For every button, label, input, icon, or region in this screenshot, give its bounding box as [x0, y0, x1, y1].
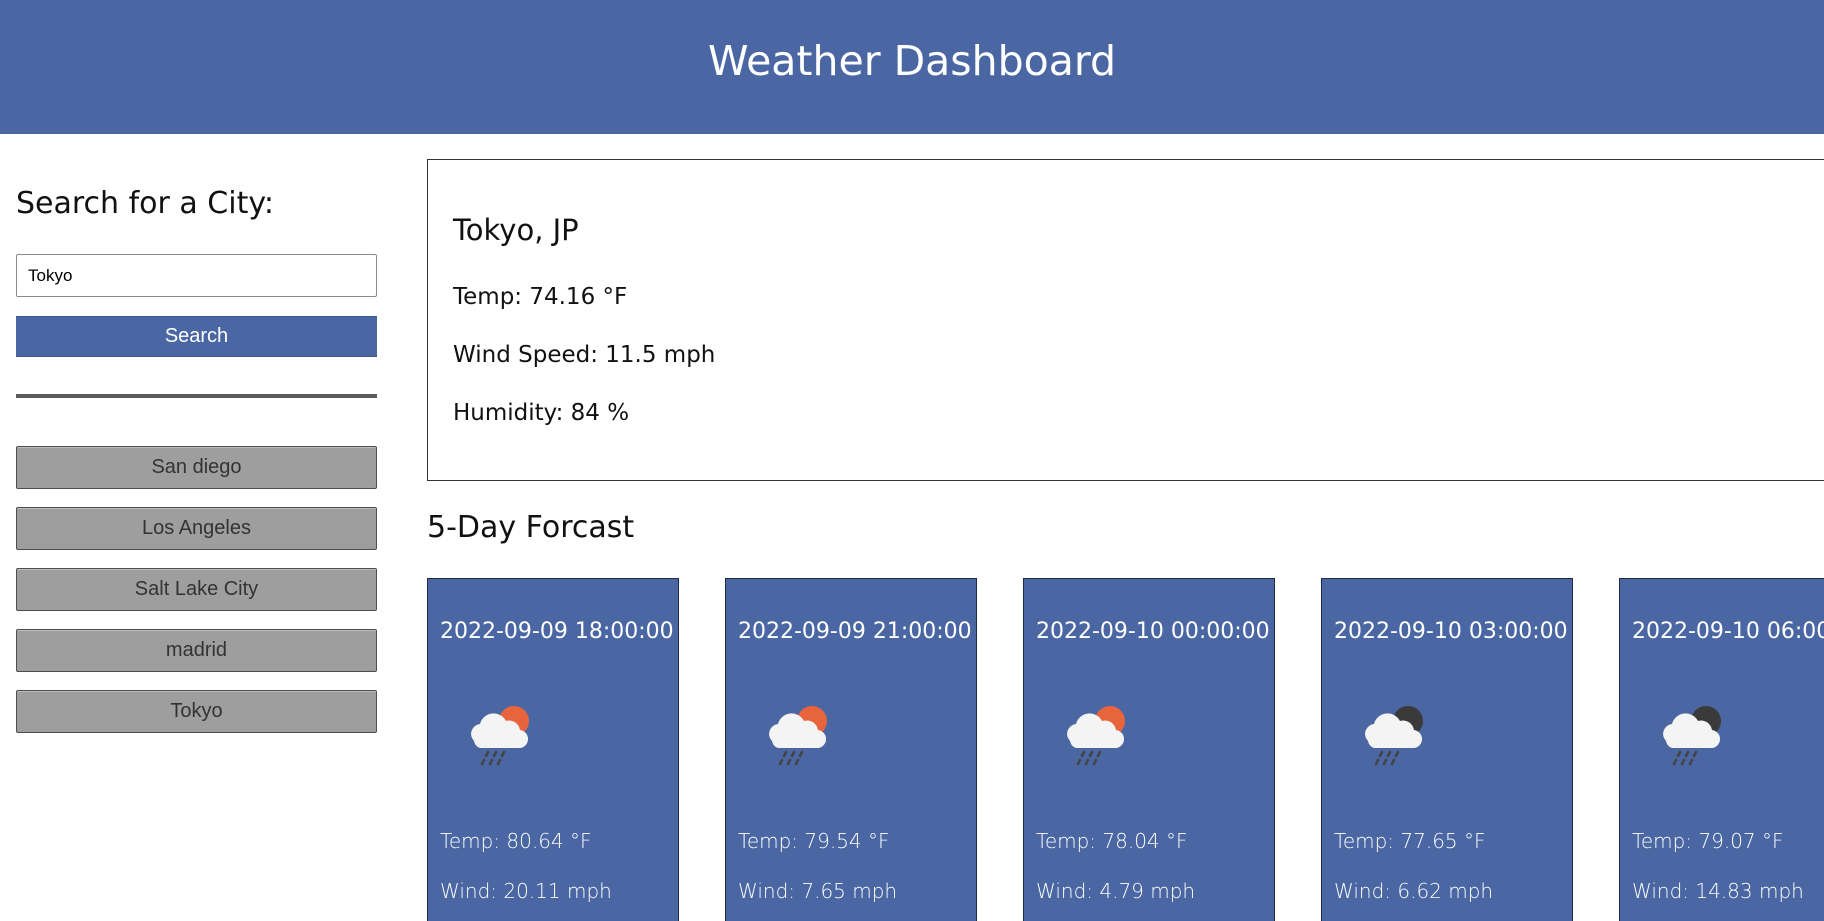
forecast-temp: Temp: 79.54 °F: [738, 829, 890, 853]
forecast-cards: 2022-09-09 18:00:00 Temp: 80.64 °F Wind:…: [427, 578, 1824, 921]
rain-cloud-moon-icon: [1663, 706, 1721, 766]
forecast-temp: Temp: 79.07 °F: [1632, 829, 1784, 853]
forecast-card: 2022-09-09 18:00:00 Temp: 80.64 °F Wind:…: [427, 578, 679, 921]
forecast-title: 5-Day Forcast: [427, 510, 635, 545]
forecast-card: 2022-09-10 06:00:00 Temp: 79.07 °F Wind:…: [1619, 578, 1824, 921]
current-weather-panel: Tokyo, JP Temp: 74.16 °F Wind Speed: 11.…: [427, 159, 1824, 481]
search-title: Search for a City:: [16, 186, 275, 221]
forecast-wind: Wind: 6.62 mph: [1334, 879, 1494, 903]
current-wind-speed: Wind Speed: 11.5 mph: [453, 342, 716, 368]
history-button-san-diego[interactable]: San diego: [16, 446, 377, 489]
search-history: San diego Los Angeles Salt Lake City mad…: [16, 446, 377, 751]
page-title: Weather Dashboard: [707, 37, 1117, 85]
forecast-wind: Wind: 14.83 mph: [1632, 879, 1804, 903]
forecast-temp: Temp: 80.64 °F: [440, 829, 592, 853]
city-search-input[interactable]: [16, 254, 377, 297]
forecast-temp: Temp: 78.04 °F: [1036, 829, 1188, 853]
history-button-madrid[interactable]: madrid: [16, 629, 377, 672]
forecast-date: 2022-09-10 03:00:00: [1334, 619, 1568, 644]
forecast-card: 2022-09-10 00:00:00 Temp: 78.04 °F Wind:…: [1023, 578, 1275, 921]
rain-cloud-sun-icon: [1067, 706, 1125, 766]
current-city-name: Tokyo, JP: [453, 213, 579, 247]
search-button[interactable]: Search: [16, 316, 377, 357]
forecast-temp: Temp: 77.65 °F: [1334, 829, 1486, 853]
forecast-date: 2022-09-10 00:00:00: [1036, 619, 1270, 644]
current-humidity: Humidity: 84 %: [453, 400, 630, 426]
history-button-los-angeles[interactable]: Los Angeles: [16, 507, 377, 550]
forecast-wind: Wind: 7.65 mph: [738, 879, 898, 903]
forecast-date: 2022-09-09 21:00:00: [738, 619, 972, 644]
rain-cloud-sun-icon: [471, 706, 529, 766]
app-header: Weather Dashboard: [0, 0, 1824, 134]
forecast-wind: Wind: 20.11 mph: [440, 879, 612, 903]
forecast-card: 2022-09-10 03:00:00 Temp: 77.65 °F Wind:…: [1321, 578, 1573, 921]
rain-cloud-sun-icon: [769, 706, 827, 766]
current-temp: Temp: 74.16 °F: [453, 284, 628, 310]
forecast-card: 2022-09-09 21:00:00 Temp: 79.54 °F Wind:…: [725, 578, 977, 921]
rain-cloud-moon-icon: [1365, 706, 1423, 766]
history-button-salt-lake-city[interactable]: Salt Lake City: [16, 568, 377, 611]
history-button-tokyo[interactable]: Tokyo: [16, 690, 377, 733]
forecast-date: 2022-09-10 06:00:00: [1632, 619, 1824, 644]
forecast-wind: Wind: 4.79 mph: [1036, 879, 1196, 903]
sidebar-divider: [16, 394, 377, 398]
forecast-date: 2022-09-09 18:00:00: [440, 619, 674, 644]
